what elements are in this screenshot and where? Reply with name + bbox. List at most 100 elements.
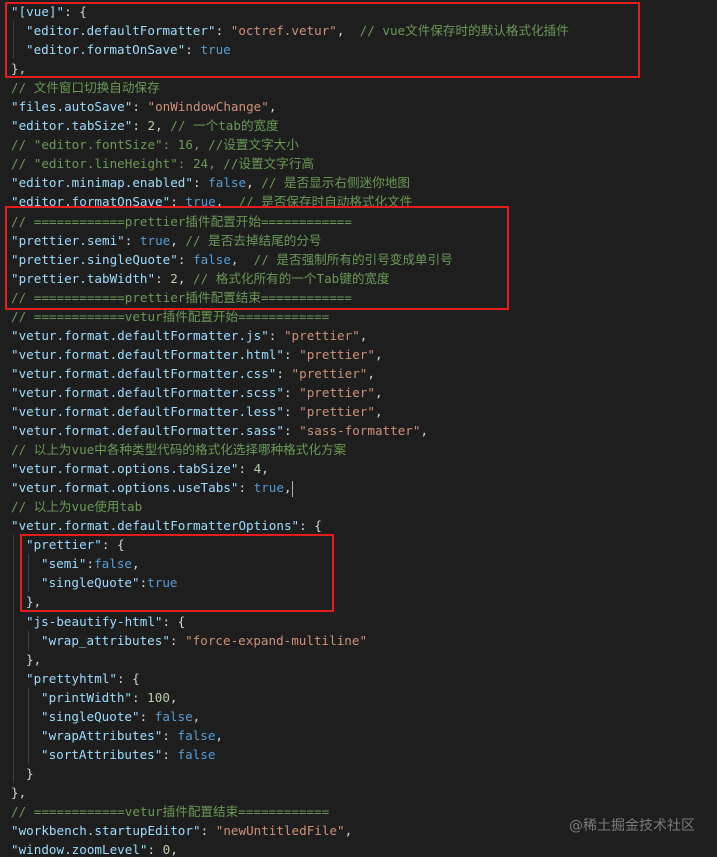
code-line[interactable]: "prettier.semi": true, // 是否去掉结尾的分号 xyxy=(0,231,717,250)
code-line[interactable]: "vetur.format.defaultFormatter.css": "pr… xyxy=(0,364,717,383)
code-token: "editor.formatOnSave" xyxy=(26,42,186,58)
code-line[interactable]: "prettier.tabWidth": 2, // 格式化所有的一个Tab键的… xyxy=(0,269,717,288)
indent-guide xyxy=(26,573,41,593)
code-line[interactable]: "editor.formatOnSave": true, // 是否保存时自动格… xyxy=(0,192,717,211)
code-token: "editor.tabSize" xyxy=(11,118,133,134)
code-token: , xyxy=(336,23,360,39)
code-line[interactable]: "editor.formatOnSave": true xyxy=(0,40,717,60)
code-token: : xyxy=(283,384,300,400)
code-token: , xyxy=(261,461,269,477)
code-token: false xyxy=(154,708,193,724)
code-line[interactable]: }, xyxy=(0,59,717,78)
code-line[interactable]: "printWidth": 100, xyxy=(0,687,717,707)
code-token: , xyxy=(283,480,292,496)
code-token: "vetur.format.defaultFormatterOptions" xyxy=(11,518,300,534)
code-line[interactable]: "prettier.singleQuote": false, // 是否强制所有… xyxy=(0,250,717,269)
code-token: : xyxy=(283,346,300,362)
code-token: : xyxy=(238,461,254,477)
code-line[interactable]: // ============vetur插件配置开始============ xyxy=(0,307,717,326)
code-token: , xyxy=(367,365,375,381)
code-line[interactable]: // "editor.lineHeight": 24, //设置文字行高 xyxy=(0,154,717,173)
code-line[interactable]: "vetur.format.defaultFormatter.html": "p… xyxy=(0,345,717,364)
code-line[interactable]: "[vue]": { xyxy=(0,2,717,21)
code-line[interactable]: "sortAttributes": false xyxy=(0,744,717,764)
code-line[interactable]: "vetur.format.defaultFormatter.js": "pre… xyxy=(0,326,717,345)
code-token: "onWindowChange" xyxy=(147,99,269,115)
code-token: , xyxy=(344,823,353,839)
code-token: // 文件窗口切换自动保存 xyxy=(11,80,160,96)
code-token: , xyxy=(132,556,140,572)
code-token: : { xyxy=(299,518,322,534)
code-token: true xyxy=(147,575,178,591)
code-token: }, xyxy=(11,61,27,77)
code-line[interactable]: "editor.defaultFormatter": "octref.vetur… xyxy=(0,21,717,41)
code-token: // ============vetur插件配置结束============ xyxy=(11,803,330,819)
code-token: "window.zoomLevel" xyxy=(11,842,148,857)
code-token: : xyxy=(268,327,284,343)
code-token: : xyxy=(238,480,254,496)
code-token: : xyxy=(192,175,209,191)
code-line[interactable]: "wrap_attributes": "force-expand-multili… xyxy=(0,630,717,650)
code-line[interactable]: "vetur.format.defaultFormatterOptions": … xyxy=(0,516,717,535)
code-token: , xyxy=(169,689,178,705)
code-line[interactable]: "prettyhtml": { xyxy=(0,668,717,688)
code-token: "wrap_attributes" xyxy=(41,632,170,648)
code-line[interactable]: "files.autoSave": "onWindowChange", xyxy=(0,97,717,116)
indent-guide xyxy=(11,706,26,726)
code-token: , xyxy=(230,251,254,267)
code-token: : xyxy=(283,423,300,439)
code-line[interactable]: } xyxy=(0,763,717,783)
code-line[interactable]: "wrapAttributes": false, xyxy=(0,725,717,745)
indent-guide xyxy=(11,649,26,669)
code-line[interactable]: "window.zoomLevel": 0, xyxy=(0,840,717,857)
code-token: // 以上为vue中各种类型代码的格式化选择哪种格式化方案 xyxy=(11,442,347,458)
code-token: // ============vetur插件配置开始============ xyxy=(11,308,330,324)
code-line[interactable]: "vetur.format.defaultFormatter.scss": "p… xyxy=(0,383,717,402)
code-token: , xyxy=(215,727,224,743)
code-line[interactable]: "editor.minimap.enabled": false, // 是否显示… xyxy=(0,173,717,192)
code-line[interactable]: "vetur.format.options.tabSize": 4, xyxy=(0,459,717,478)
indent-guide xyxy=(26,744,41,764)
indent-guide xyxy=(11,40,26,60)
code-token: false xyxy=(94,556,133,572)
code-line[interactable]: // ============prettier插件配置开始===========… xyxy=(0,212,717,231)
code-line[interactable]: "prettier": { xyxy=(0,535,717,555)
indent-guide xyxy=(26,687,41,707)
code-token: // "editor.lineHeight": 24, //设置文字行高 xyxy=(11,156,315,172)
code-token: "prettyhtml" xyxy=(26,670,117,686)
code-token: false xyxy=(177,746,216,762)
code-line[interactable]: "editor.tabSize": 2, // 一个tab的宽度 xyxy=(0,116,717,135)
code-token: "prettier" xyxy=(283,327,360,343)
code-line[interactable]: "vetur.format.defaultFormatter.sass": "s… xyxy=(0,421,717,440)
code-line[interactable]: // 以上为vue使用tab xyxy=(0,497,717,516)
code-line[interactable]: // 文件窗口切换自动保存 xyxy=(0,78,717,97)
code-line[interactable]: "singleQuote":true xyxy=(0,573,717,593)
code-editor[interactable]: "[vue]": {"editor.defaultFormatter": "oc… xyxy=(0,0,717,857)
code-token: true xyxy=(185,194,216,210)
code-line[interactable]: }, xyxy=(0,649,717,669)
code-token: 100 xyxy=(147,689,170,705)
code-line[interactable]: "semi":false, xyxy=(0,554,717,574)
code-line[interactable]: "js-beautify-html": { xyxy=(0,611,717,631)
code-token: "singleQuote" xyxy=(41,708,140,724)
code-token: "vetur.format.defaultFormatter.js" xyxy=(11,327,269,343)
code-token: }, xyxy=(26,651,42,667)
code-line[interactable]: // 以上为vue中各种类型代码的格式化选择哪种格式化方案 xyxy=(0,440,717,459)
code-token: , xyxy=(246,175,262,191)
code-token: "workbench.startupEditor" xyxy=(11,823,201,839)
code-token: "vetur.format.defaultFormatter.css" xyxy=(11,365,277,381)
code-token: "prettier" xyxy=(26,537,102,553)
code-token: // 以上为vue使用tab xyxy=(11,499,143,515)
code-line[interactable]: "vetur.format.options.useTabs": true, xyxy=(0,478,717,497)
code-line[interactable]: "vetur.format.defaultFormatter.less": "p… xyxy=(0,402,717,421)
indent-guide xyxy=(11,554,26,574)
code-line[interactable]: }, xyxy=(0,783,717,802)
code-line[interactable]: // ============prettier插件配置结束===========… xyxy=(0,288,717,307)
code-line[interactable]: // "editor.fontSize": 16, //设置文字大小 xyxy=(0,135,717,154)
code-token: "js-beautify-html" xyxy=(26,613,163,629)
code-token: : xyxy=(170,194,186,210)
code-token: : xyxy=(200,823,216,839)
code-token: // 是否显示右侧迷你地图 xyxy=(261,175,410,191)
code-line[interactable]: "singleQuote": false, xyxy=(0,706,717,726)
code-line[interactable]: }, xyxy=(0,592,717,612)
